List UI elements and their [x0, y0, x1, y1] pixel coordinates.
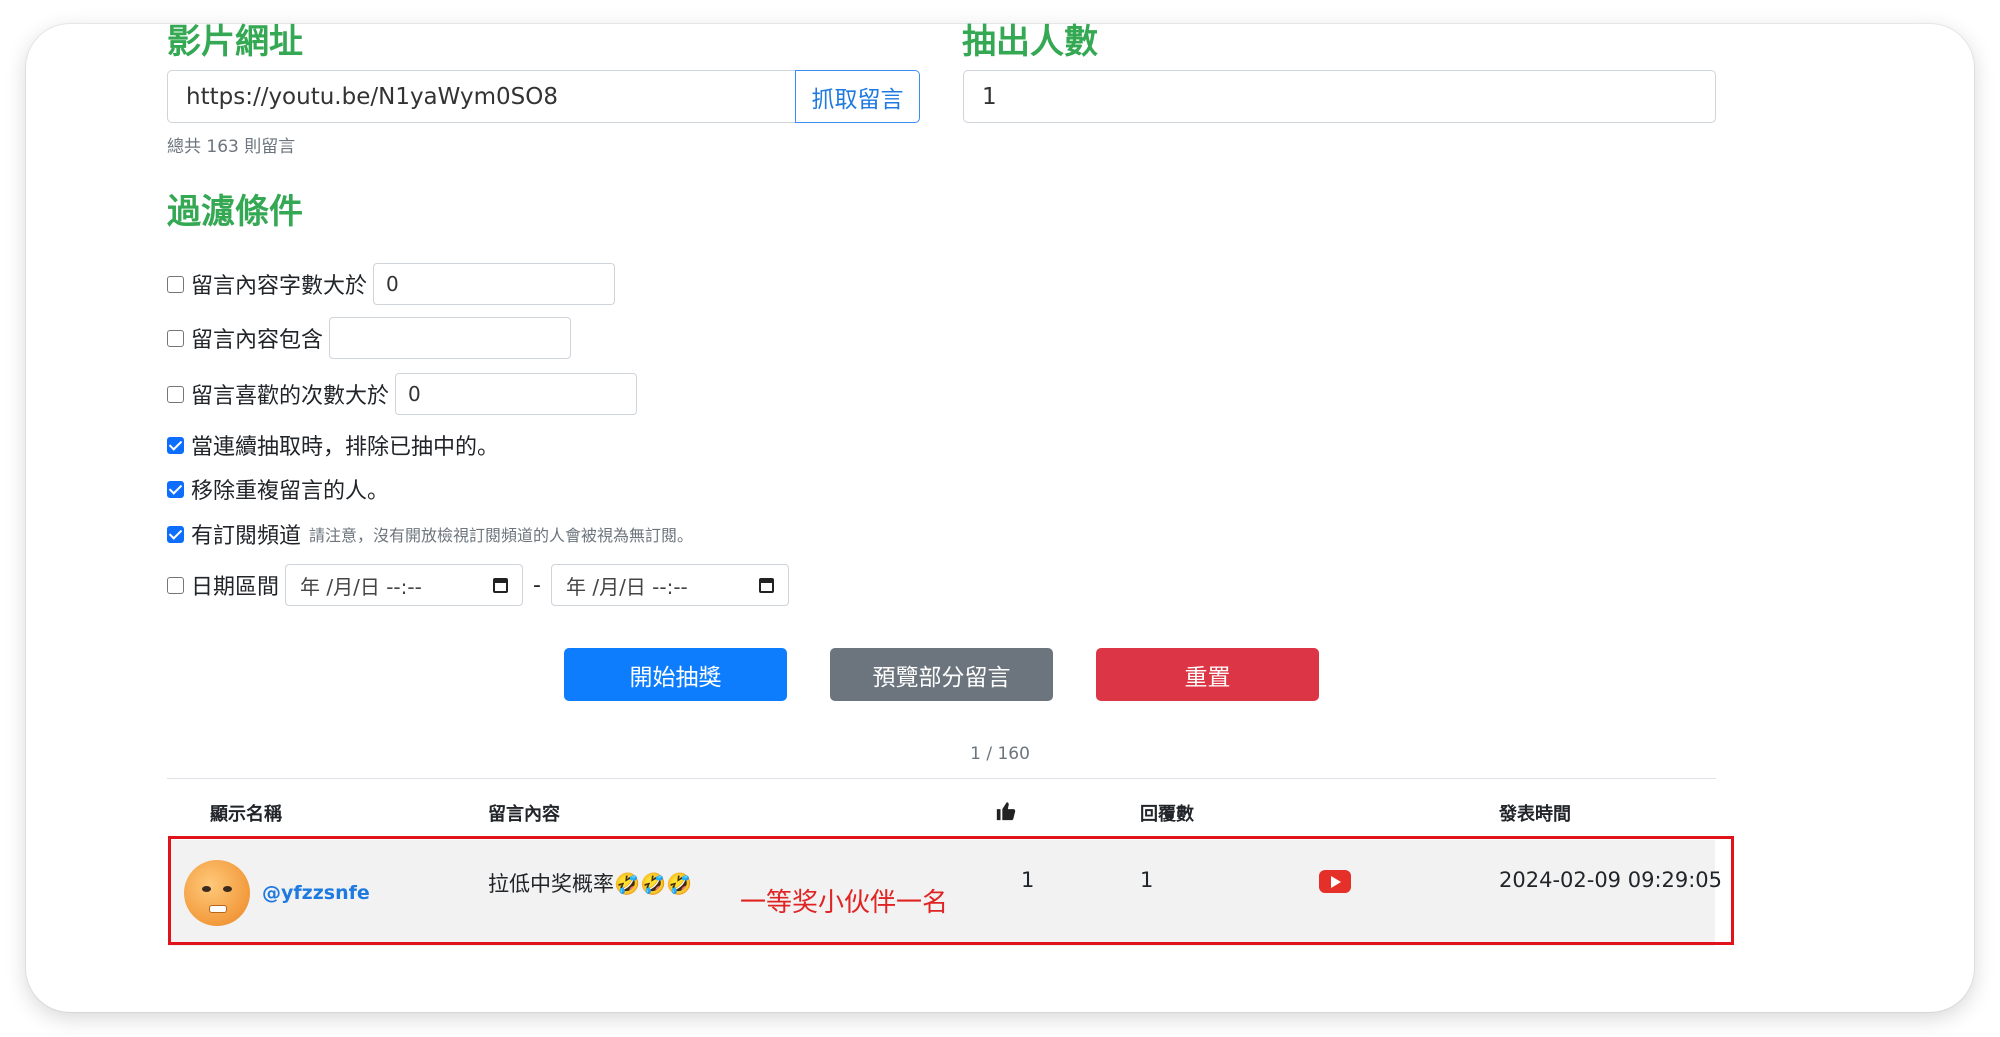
thumbs-up-icon	[996, 802, 1016, 821]
column-header-replies: 回覆數	[1140, 804, 1194, 825]
min-likes-checkbox[interactable]	[167, 385, 184, 403]
date-range-label: 日期區間	[191, 575, 280, 600]
total-comments-text: 總共 163 則留言	[167, 137, 296, 157]
min-likes-input[interactable]	[395, 373, 638, 415]
filter-exclude-drawn: 當連續抽取時，排除已抽中的。	[167, 423, 499, 467]
column-header-content: 留言內容	[488, 804, 560, 825]
calendar-icon[interactable]	[758, 577, 774, 593]
filter-min-length: 留言內容字數大於	[167, 262, 616, 306]
comment-content: 拉低中奖概率🤣🤣🤣	[488, 872, 693, 896]
exclude-drawn-checkbox[interactable]	[167, 436, 184, 454]
filter-remove-duplicates: 移除重複留言的人。	[167, 467, 389, 511]
exclude-drawn-label: 當連續抽取時，排除已抽中的。	[191, 435, 500, 460]
subscribed-checkbox[interactable]	[167, 525, 184, 543]
draw-count-heading: 抽出人數	[962, 22, 1098, 62]
contains-checkbox[interactable]	[167, 329, 184, 347]
remove-duplicates-label: 移除重複留言的人。	[191, 479, 390, 504]
date-range-checkbox[interactable]	[167, 576, 184, 594]
column-header-time: 發表時間	[1499, 804, 1571, 825]
comment-likes: 1	[1021, 868, 1035, 892]
video-url-group: 抓取留言	[167, 70, 920, 123]
divider	[167, 778, 1716, 779]
comment-time: 2024-02-09 09:29:05	[1499, 868, 1723, 892]
start-draw-button[interactable]: 開始抽獎	[564, 648, 787, 701]
commenter-handle-link[interactable]: @yfzzsnfe	[262, 882, 370, 904]
min-length-label: 留言內容字數大於	[191, 274, 368, 299]
contains-label: 留言內容包含	[191, 328, 324, 353]
preview-comments-button[interactable]: 預覽部分留言	[830, 648, 1053, 701]
date-start-input[interactable]: 年 /月/日 --:--	[285, 564, 524, 606]
fetch-comments-button[interactable]: 抓取留言	[795, 70, 920, 123]
filter-min-likes: 留言喜歡的次數大於	[167, 372, 638, 416]
pager-text: 1 / 160	[970, 744, 1030, 764]
avatar-eye	[202, 886, 211, 892]
youtube-icon[interactable]	[1319, 870, 1351, 893]
min-likes-label: 留言喜歡的次數大於	[191, 384, 390, 409]
avatar	[184, 860, 250, 926]
avatar-mouth	[209, 905, 227, 913]
annotation-text: 一等奖小伙伴一名	[740, 888, 949, 918]
filter-contains: 留言內容包含	[167, 316, 572, 360]
contains-input[interactable]	[329, 317, 572, 359]
min-length-input[interactable]	[373, 263, 616, 305]
video-url-input[interactable]	[167, 70, 796, 123]
date-separator: -	[533, 572, 541, 598]
calendar-icon[interactable]	[493, 577, 509, 593]
reset-button[interactable]: 重置	[1096, 648, 1319, 701]
date-start-placeholder: 年 /月/日 --:--	[300, 574, 422, 599]
draw-count-input[interactable]	[963, 70, 1716, 123]
filter-date-range: 日期區間 年 /月/日 --:-- - 年 /月/日 --:--	[167, 563, 789, 607]
avatar-eye	[223, 886, 232, 892]
video-url-heading: 影片網址	[167, 22, 303, 62]
subscribed-note: 請注意，沒有開放檢視訂閱頻道的人會被視為無訂閱。	[309, 526, 694, 545]
date-end-input[interactable]: 年 /月/日 --:--	[550, 564, 789, 606]
filter-subscribed: 有訂閱頻道 請注意，沒有開放檢視訂閱頻道的人會被視為無訂閱。	[167, 512, 693, 556]
date-end-placeholder: 年 /月/日 --:--	[565, 574, 688, 599]
min-length-checkbox[interactable]	[167, 275, 184, 293]
subscribed-label: 有訂閱頻道	[191, 524, 302, 549]
comment-replies: 1	[1140, 868, 1154, 892]
filter-heading: 過濾條件	[167, 192, 303, 232]
column-header-name: 顯示名稱	[210, 804, 282, 825]
remove-duplicates-checkbox[interactable]	[167, 480, 184, 498]
